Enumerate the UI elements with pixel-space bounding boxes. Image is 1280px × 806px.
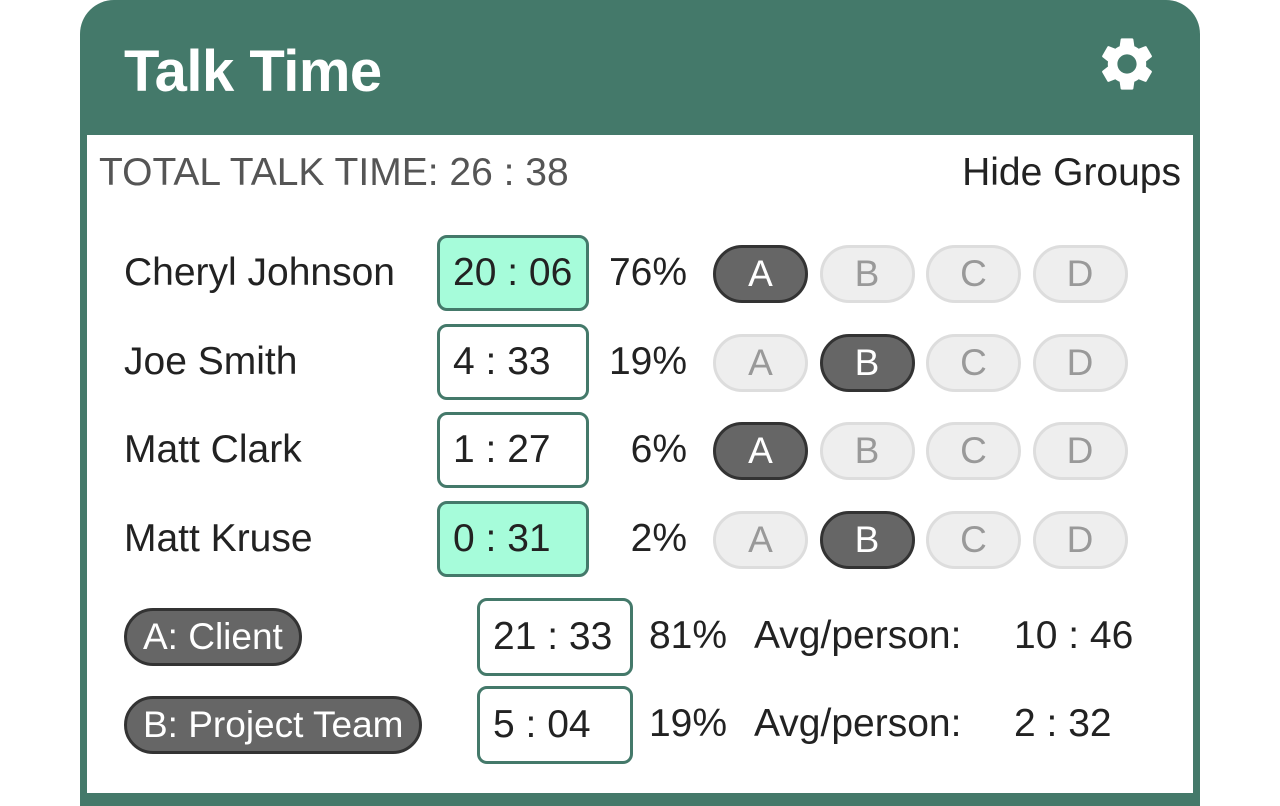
avg-per-person-value: 2 : 32 [1014, 702, 1112, 745]
panel-header: Talk Time [80, 0, 1200, 135]
avg-per-person-label: Avg/person: [754, 702, 962, 745]
group-toggle-a[interactable]: A [713, 511, 808, 569]
panel-content: TOTAL TALK TIME: 26 : 38 Hide Groups Che… [87, 135, 1193, 793]
total-talk-time: TOTAL TALK TIME: 26 : 38 [99, 151, 569, 195]
participant-percent: 2% [630, 517, 687, 560]
group-toggle-d[interactable]: D [1032, 245, 1128, 303]
participant-name: Matt Kruse [124, 517, 313, 560]
group-percent: 81% [648, 614, 727, 657]
group-label[interactable]: B: Project Team [124, 696, 423, 754]
total-label: TOTAL TALK TIME: [99, 151, 439, 194]
participant-time: 4 : 33 [437, 324, 589, 400]
group-toggle-d[interactable]: D [1032, 334, 1128, 392]
group-summary-row: A: Client 21 : 33 81% Avg/person: 10 : 46 [87, 598, 1193, 676]
participant-name: Joe Smith [124, 340, 298, 383]
group-toggle-b[interactable]: B [819, 334, 915, 392]
group-label[interactable]: A: Client [124, 608, 302, 666]
group-toggle-a[interactable]: A [713, 245, 808, 303]
group-toggle-c[interactable]: C [926, 245, 1021, 303]
group-toggle-b[interactable]: B [819, 245, 915, 303]
participant-row: Joe Smith 4 : 33 19% A B C D [87, 324, 1193, 402]
avg-per-person-value: 10 : 46 [1014, 614, 1134, 657]
participant-percent: 6% [630, 428, 687, 471]
participant-name: Cheryl Johnson [124, 251, 395, 294]
group-time: 5 : 04 [477, 686, 633, 764]
group-toggle-a[interactable]: A [713, 334, 808, 392]
participant-row: Cheryl Johnson 20 : 06 76% A B C D [87, 235, 1193, 313]
participant-percent: 19% [608, 340, 687, 383]
group-toggle-a[interactable]: A [713, 422, 808, 480]
talk-time-panel: Talk Time TOTAL TALK TIME: 26 : 38 Hide … [80, 0, 1200, 806]
participant-name: Matt Clark [124, 428, 302, 471]
group-toggle-c[interactable]: C [926, 511, 1021, 569]
hide-groups-button[interactable]: Hide Groups [962, 151, 1181, 195]
group-toggle-b[interactable]: B [819, 422, 915, 480]
participant-row: Matt Clark 1 : 27 6% A B C D [87, 412, 1193, 490]
participant-time: 0 : 31 [437, 501, 589, 577]
group-toggle-b[interactable]: B [819, 511, 915, 569]
participant-row: Matt Kruse 0 : 31 2% A B C D [87, 501, 1193, 579]
participant-time: 20 : 06 [437, 235, 589, 311]
total-value: 26 : 38 [449, 151, 569, 194]
participant-time: 1 : 27 [437, 412, 589, 488]
group-summary-row: B: Project Team 5 : 04 19% Avg/person: 2 : 3… [87, 686, 1193, 764]
group-percent: 19% [648, 702, 727, 745]
group-toggle-c[interactable]: C [926, 334, 1021, 392]
gear-icon[interactable] [1095, 32, 1159, 96]
group-time: 21 : 33 [477, 598, 633, 676]
group-toggle-d[interactable]: D [1032, 511, 1128, 569]
panel-title: Talk Time [124, 39, 382, 104]
participant-percent: 76% [608, 251, 687, 294]
avg-per-person-label: Avg/person: [754, 614, 962, 657]
group-toggle-c[interactable]: C [926, 422, 1021, 480]
group-toggle-d[interactable]: D [1032, 422, 1128, 480]
